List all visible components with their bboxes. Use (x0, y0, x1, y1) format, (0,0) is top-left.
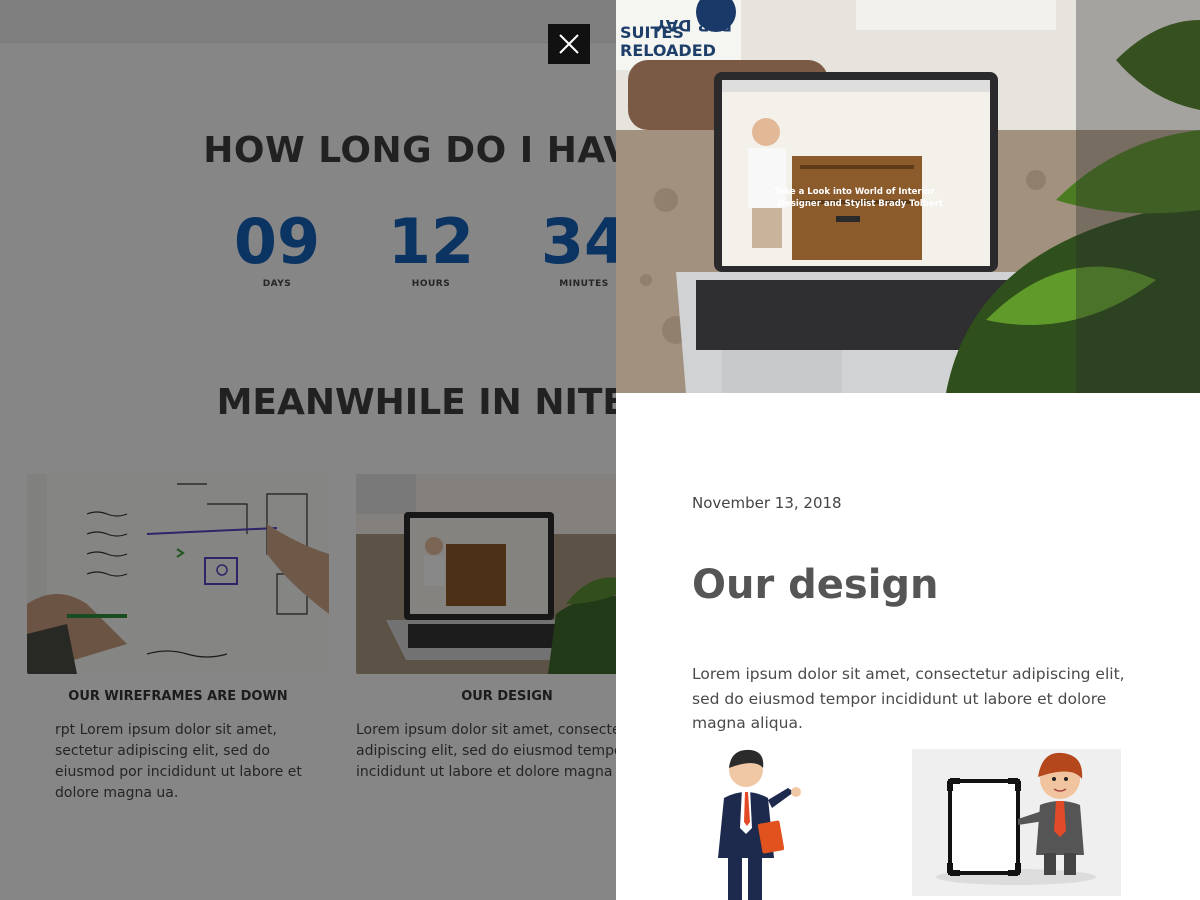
svg-text:SUITES: SUITES (620, 23, 684, 42)
svg-text:Take a Look into World of Inte: Take a Look into World of Interior (774, 187, 935, 197)
close-button[interactable] (548, 24, 590, 64)
close-icon (559, 34, 579, 54)
post-detail-panel: PER DAY SUITES RELOADED Take a Look into… (616, 0, 1200, 900)
businessman-illustration (712, 748, 812, 900)
hero-image: PER DAY SUITES RELOADED Take a Look into… (616, 0, 1200, 393)
svg-text:RELOADED: RELOADED (620, 41, 716, 60)
hero-laptop-photo: PER DAY SUITES RELOADED Take a Look into… (616, 0, 1200, 393)
businessman-board-icon (912, 749, 1121, 896)
svg-text:Designer and Stylist Brady Tol: Designer and Stylist Brady Tolbert (778, 199, 943, 209)
businessman-pointing-icon (718, 749, 801, 900)
presentation-illustration (912, 749, 1121, 896)
post-date: November 13, 2018 (692, 494, 842, 512)
post-body: Lorem ipsum dolor sit amet, consectetur … (692, 665, 1125, 732)
post-title: Our design (692, 562, 939, 608)
modal-backdrop[interactable] (0, 0, 616, 900)
